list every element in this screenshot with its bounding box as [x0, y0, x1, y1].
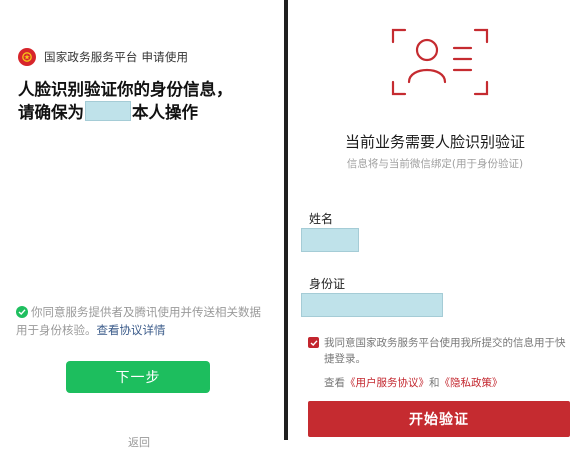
check-circle-icon[interactable]	[16, 306, 28, 318]
privacy-policy-link[interactable]: 《隐私政策》	[440, 377, 503, 389]
face-recognition-icon	[391, 28, 489, 96]
right-panel: 当前业务需要人脸识别验证 信息将与当前微信绑定(用于身份验证) 姓名 身份证 我…	[288, 0, 582, 440]
id-number-field[interactable]	[301, 293, 443, 317]
headline-line-2: 请确保为 本人操作	[18, 101, 280, 124]
name-label: 姓名	[309, 212, 334, 226]
consent-agreement-text: 我同意国家政务服务平台使用我所提交的信息用于快捷登录。	[324, 337, 566, 365]
app-header: 国家政务服务平台 申请使用	[18, 47, 188, 67]
headline-line-1: 人脸识别验证你的身份信息，	[18, 80, 233, 99]
policy-and: 和	[429, 377, 440, 389]
policy-prefix: 查看	[324, 377, 345, 389]
name-field[interactable]	[301, 228, 359, 252]
headline-prefix: 请确保为	[18, 103, 84, 122]
redacted-name-mask	[85, 101, 131, 121]
user-agreement-link[interactable]: 《用户服务协议》	[345, 377, 429, 389]
verification-subtitle: 信息将与当前微信绑定(用于身份验证)	[346, 158, 524, 170]
agreement-details-link[interactable]: 查看协议详情	[97, 323, 166, 337]
agree-checkbox[interactable]	[308, 337, 319, 348]
national-emblem-icon	[18, 48, 36, 66]
consent-notice: 你同意服务提供者及腾讯使用并传送相关数据用于身份核验。查看协议详情	[16, 303, 272, 339]
id-label: 身份证	[309, 277, 346, 291]
policy-links: 查看《用户服务协议》和《隐私政策》	[324, 375, 503, 390]
start-verification-button[interactable]: 开始验证	[308, 401, 570, 437]
next-step-button[interactable]: 下一步	[66, 361, 210, 393]
page-headline: 人脸识别验证你的身份信息， 请确保为 本人操作	[18, 78, 280, 124]
verification-title: 当前业务需要人脸识别验证	[344, 133, 525, 151]
consent-agreement: 我同意国家政务服务平台使用我所提交的信息用于快捷登录。	[308, 335, 574, 367]
left-panel: 国家政务服务平台 申请使用 人脸识别验证你的身份信息， 请确保为 本人操作 你同意…	[0, 0, 284, 449]
app-title: 国家政务服务平台 申请使用	[44, 50, 189, 64]
headline-suffix: 本人操作	[132, 103, 198, 122]
cut-off-text[interactable]: 返回	[128, 434, 150, 450]
